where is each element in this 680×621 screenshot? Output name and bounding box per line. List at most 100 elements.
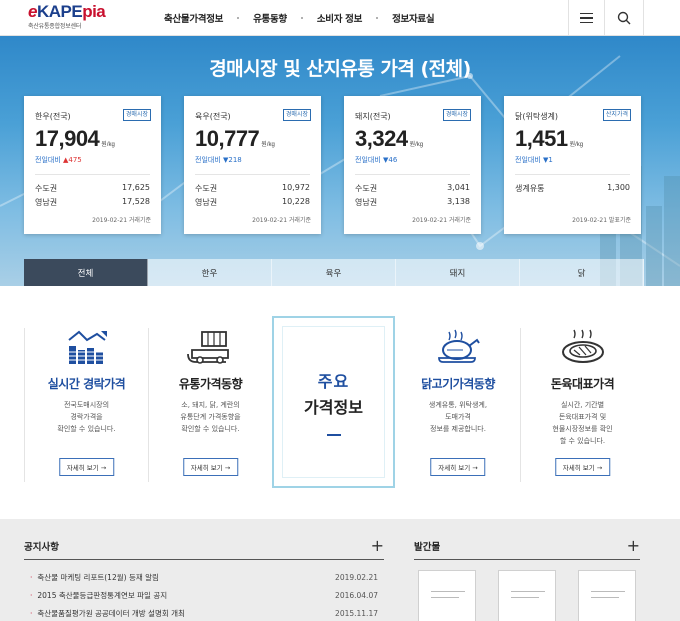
card-divider xyxy=(515,174,630,175)
hero-title: 경매시장 및 산지유통 가격 (전체) xyxy=(209,58,471,80)
card-price: 1,451 원/kg xyxy=(515,126,584,151)
tab-yukwoo[interactable]: 육우 xyxy=(272,259,396,286)
notice-panel: 공지사항 + · 축산물 마케팅 리포트(12월) 등재 알림 2019.02.21… xyxy=(24,538,384,621)
card-unit: 원/kg xyxy=(101,142,115,148)
tab-chicken[interactable]: 닭 xyxy=(520,259,644,286)
card-divider xyxy=(35,174,150,175)
card-row: 영남권 10,228 xyxy=(195,197,310,207)
bar-chart-icon xyxy=(25,328,148,366)
price-hero: 경매시장 및 산지유통 가격 (전체) 한우(전국) 경매시장 17,904 원/… xyxy=(0,36,680,286)
card-divider xyxy=(195,174,310,175)
price-card-pork[interactable]: 돼지(전국) 경매시장 3,324 원/kg 전일대비 ▼46 수도권 3,041 … xyxy=(344,96,481,234)
card-badge: 경매시장 xyxy=(122,109,151,121)
bullet-icon: · xyxy=(30,590,33,600)
notice-item[interactable]: · 축산물 마케팅 리포트(12월) 등재 알림 2019.02.21 xyxy=(24,568,384,586)
detail-button[interactable]: 자세히 보기 → xyxy=(182,458,239,476)
logo-pia: pia xyxy=(82,2,106,21)
card-change: 전일대비 ▼46 xyxy=(355,156,398,164)
service-description: 실시간, 기간별 돈육대표가격 및 현물시장정보를 확인 할 수 있습니다. xyxy=(552,401,613,445)
card-row: 생계유통 1,300 xyxy=(515,183,630,193)
main-price-info-box: 주요 가격정보 xyxy=(272,316,395,488)
ekapepia-logo[interactable]: eKAPEpia 축산유통종합정보센터 xyxy=(28,2,106,31)
card-divider xyxy=(355,174,470,175)
publications-header: 발간물 + xyxy=(414,538,640,560)
bullet-icon: · xyxy=(30,608,33,618)
tab-all[interactable]: 전체 xyxy=(24,259,148,286)
card-name: 한우(전국) xyxy=(35,112,71,121)
logo-e: e xyxy=(28,2,37,21)
publication-thumbnail[interactable] xyxy=(418,570,476,621)
service-description: 전국도매시장의 경락가격을 확인할 수 있습니다. xyxy=(57,401,116,433)
services-section: 실시간 경락가격 전국도매시장의 경락가격을 확인할 수 있습니다. 자세히 보… xyxy=(0,286,680,519)
card-badge: 산지가격 xyxy=(602,109,631,121)
card-badge: 경매시장 xyxy=(282,109,311,121)
main-nav: 축산물가격정보 유통동향 소비자 정보 정보자료실 xyxy=(150,0,448,36)
card-unit: 원/kg xyxy=(409,142,424,148)
card-name: 육우(전국) xyxy=(195,112,231,121)
price-card-yukwoo[interactable]: 육우(전국) 경매시장 10,777 원/kg 전일대비 ▼218 수도권 10,9… xyxy=(184,96,321,234)
card-badge: 경매시장 xyxy=(442,109,471,121)
card-row: 수도권 3,041 xyxy=(355,183,470,193)
publication-thumbnail[interactable] xyxy=(498,570,556,621)
service-chicken-price: 닭고기가격동향 생계유통, 위탁생계, 도매가격 정보를 제공합니다. 자세히 … xyxy=(396,328,520,482)
publication-list xyxy=(414,570,640,621)
card-price: 17,904 원/kg xyxy=(35,126,115,151)
site-header: eKAPEpia 축산유통종합정보센터 축산물가격정보 유통동향 소비자 정보 … xyxy=(0,0,680,36)
card-date: 2019-02-21 거래기준 xyxy=(252,217,311,224)
service-title: 돈육대표가격 xyxy=(550,377,615,391)
notice-more-icon[interactable]: + xyxy=(371,538,384,554)
card-name: 돼지(전국) xyxy=(355,112,391,121)
nav-data-room[interactable]: 정보자료실 xyxy=(378,11,448,25)
service-title: 닭고기가격동향 xyxy=(421,377,495,391)
menu-icon[interactable] xyxy=(568,0,604,36)
service-description: 소, 돼지, 닭, 계란의 유통단계 가격동향을 확인할 수 있습니다. xyxy=(180,401,241,433)
steak-plate-icon xyxy=(521,328,644,366)
service-title: 실시간 경락가격 xyxy=(47,377,126,391)
card-row: 수도권 10,972 xyxy=(195,183,310,193)
publications-more-icon[interactable]: + xyxy=(627,538,640,554)
service-realtime-auction: 실시간 경락가격 전국도매시장의 경락가격을 확인할 수 있습니다. 자세히 보… xyxy=(24,328,148,482)
nav-consumer-info[interactable]: 소비자 정보 xyxy=(303,11,376,25)
roast-chicken-icon xyxy=(396,328,520,366)
service-pork-price: 돈육대표가격 실시간, 기간별 돈육대표가격 및 현물시장정보를 확인 할 수 … xyxy=(520,328,644,482)
card-unit: 원/kg xyxy=(261,142,275,148)
card-row: 수도권 17,625 xyxy=(35,183,150,193)
notice-item[interactable]: · 축산물품질평가원 공공데이터 개방 설명회 개최 2015.11.17 xyxy=(24,604,384,621)
nav-livestock-price[interactable]: 축산물가격정보 xyxy=(150,11,237,25)
price-card-chicken[interactable]: 닭(위탁생계) 산지가격 1,451 원/kg 전일대비 ▼1 생계유통 1,300… xyxy=(504,96,641,234)
notice-title: 공지사항 xyxy=(24,542,59,553)
center-inner-frame xyxy=(282,326,385,478)
card-row: 영남권 17,528 xyxy=(35,197,150,207)
card-row: 영남권 3,138 xyxy=(355,197,470,207)
publication-thumbnail[interactable] xyxy=(578,570,636,621)
detail-button[interactable]: 자세히 보기 → xyxy=(58,458,115,476)
logo-subtitle: 축산유통종합정보센터 xyxy=(28,23,82,30)
card-change: 전일대비 ▼1 xyxy=(515,156,553,164)
nav-distribution-trend[interactable]: 유통동향 xyxy=(239,11,301,25)
card-name: 닭(위탁생계) xyxy=(515,112,559,121)
card-change: 전일대비 ▼218 xyxy=(195,156,242,164)
card-date: 2019-02-21 거래기준 xyxy=(92,217,151,224)
detail-button[interactable]: 자세히 보기 → xyxy=(554,458,611,476)
detail-button[interactable]: 자세히 보기 → xyxy=(430,458,486,476)
category-tabs: 전체 한우 육우 돼지 닭 xyxy=(24,259,644,286)
service-distribution-price: 유통가격동향 소, 돼지, 닭, 계란의 유통단계 가격동향을 확인할 수 있습… xyxy=(148,328,272,482)
bottom-section: 공지사항 + · 축산물 마케팅 리포트(12월) 등재 알림 2019.02.21… xyxy=(0,519,680,621)
service-title: 유통가격동향 xyxy=(178,377,243,391)
tab-pork[interactable]: 돼지 xyxy=(396,259,520,286)
service-description: 생계유통, 위탁생계, 도매가격 정보를 제공합니다. xyxy=(428,401,488,433)
card-change: 전일대비 ▲475 xyxy=(35,156,82,164)
publications-panel: 발간물 + xyxy=(414,538,640,621)
tab-hanwoo[interactable]: 한우 xyxy=(148,259,272,286)
card-price: 10,777 원/kg xyxy=(195,126,275,151)
notice-item[interactable]: · 2015 축산물등급판정통계연보 파일 공지 2016.04.07 xyxy=(24,586,384,604)
publications-title: 발간물 xyxy=(414,542,441,553)
price-card-hanwoo[interactable]: 한우(전국) 경매시장 17,904 원/kg 전일대비 ▲475 수도권 17,6… xyxy=(24,96,161,234)
search-icon[interactable] xyxy=(604,0,644,36)
notice-list: · 축산물 마케팅 리포트(12월) 등재 알림 2019.02.21 · 2015 … xyxy=(24,568,384,621)
card-date: 2019-02-21 발표기준 xyxy=(572,217,631,224)
card-date: 2019-02-21 거래기준 xyxy=(412,217,471,224)
logo-kape: KAPE xyxy=(36,2,83,21)
card-price: 3,324 원/kg xyxy=(355,126,424,151)
card-unit: 원/kg xyxy=(569,142,584,148)
